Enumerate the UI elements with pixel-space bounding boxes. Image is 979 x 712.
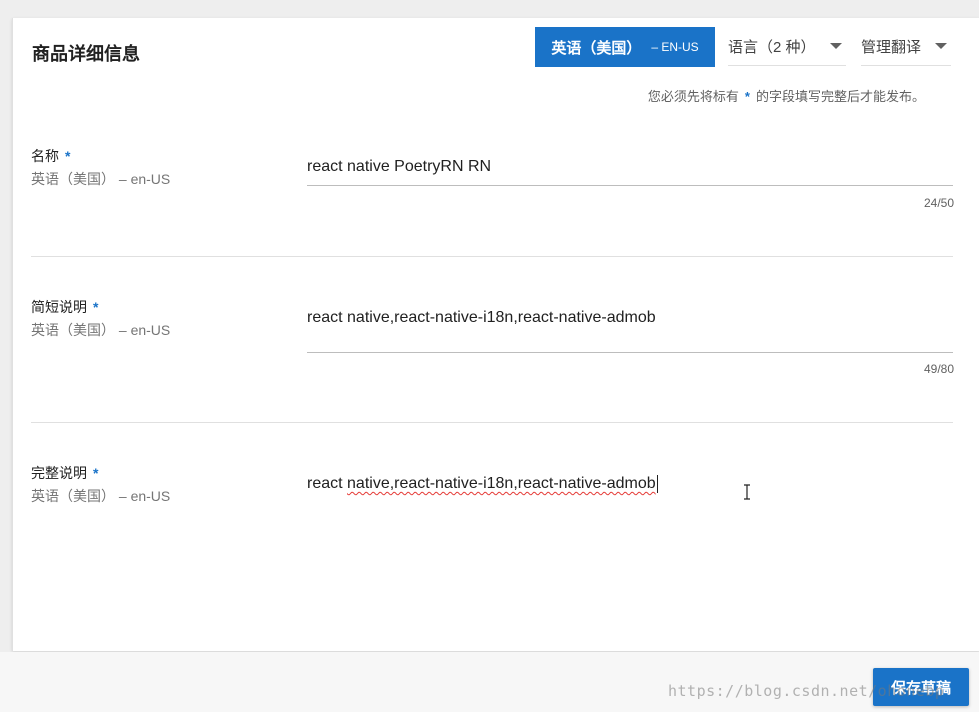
section-title: 商品详细信息: [32, 44, 140, 64]
notice-text-before: 您必须先将标有: [647, 89, 739, 104]
notice-text-after: 的字段填写完整后才能发布。: [755, 89, 925, 104]
product-details-card: 商品详细信息 英语（美国） – EN-US 语言（2 种） 管理翻译 您必须先将…: [12, 18, 979, 651]
title-label-text: 名称: [31, 148, 59, 164]
short-description-input[interactable]: react native,react-native-i18n,react-nat…: [307, 309, 953, 353]
language-tab-en-us[interactable]: 英语（美国） – EN-US: [535, 27, 715, 67]
short-description-language: 英语（美国） – en-US: [31, 322, 171, 338]
required-fields-notice: 您必须先将标有 * 的字段填写完整后才能发布。: [648, 86, 925, 105]
title-field-language: 英语（美国） – en-US: [31, 171, 171, 187]
chevron-down-icon: [829, 43, 842, 49]
chevron-down-icon: [935, 43, 948, 49]
manage-translation-dropdown[interactable]: 管理翻译: [861, 27, 951, 66]
title-input[interactable]: react native PoetryRN RN: [307, 158, 953, 186]
required-star: *: [65, 148, 71, 164]
languages-dropdown[interactable]: 语言（2 种）: [728, 27, 846, 66]
full-description-language: 英语（美国） – en-US: [31, 488, 171, 504]
spellcheck-text: native,react-native-i18n,react-native-ad…: [347, 475, 656, 493]
text-cursor: [656, 475, 658, 493]
title-char-counter: 24/50: [923, 196, 954, 210]
full-description-textarea[interactable]: react native,react-native-i18n,react-nat…: [307, 475, 953, 585]
ibeam-cursor-icon: [744, 484, 750, 500]
short-description-label: 简短说明 *: [31, 297, 98, 317]
short-description-char-counter: 49/80: [923, 362, 954, 376]
divider: [31, 256, 953, 257]
title-field-label: 名称 *: [31, 146, 70, 166]
language-tab-code: – EN-US: [651, 40, 699, 54]
languages-dropdown-label: 语言（2 种）: [728, 38, 816, 56]
short-description-label-text: 简短说明: [31, 299, 87, 315]
divider: [31, 422, 953, 423]
full-description-label-text: 完整说明: [31, 465, 87, 481]
full-description-label: 完整说明 *: [31, 463, 98, 483]
language-tab-label: 英语（美国）: [551, 39, 642, 57]
required-star: *: [93, 465, 99, 481]
required-star: *: [744, 89, 750, 104]
watermark: https://blog.csdn.net/ohonebp: [668, 682, 945, 700]
required-star: *: [93, 299, 99, 315]
full-description-text: react: [307, 475, 348, 493]
manage-translation-label: 管理翻译: [861, 38, 922, 56]
